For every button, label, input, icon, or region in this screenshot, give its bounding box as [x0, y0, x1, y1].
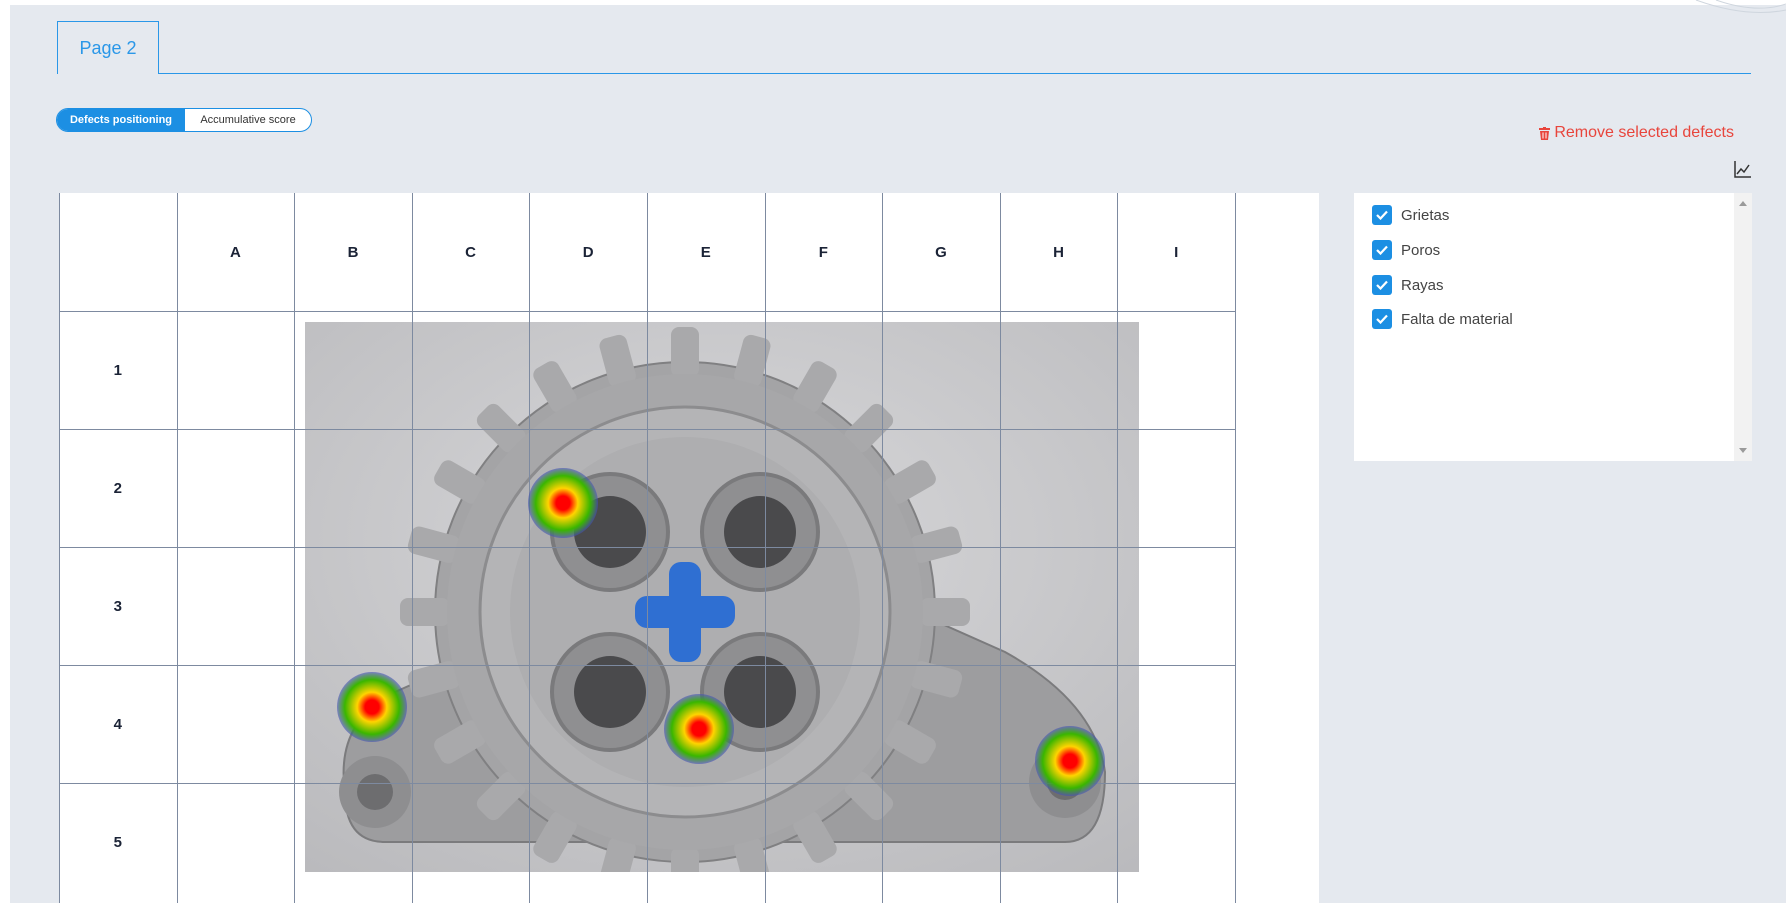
grid-line-vertical — [1235, 193, 1236, 903]
grid-line-horizontal — [59, 665, 1235, 666]
row-header: 3 — [113, 597, 122, 615]
filter-scrollbar[interactable] — [1734, 193, 1752, 461]
filter-rayas[interactable]: Rayas — [1372, 275, 1444, 295]
scroll-down-icon[interactable] — [1739, 448, 1747, 453]
column-header: I — [1174, 243, 1179, 261]
remove-selected-defects-label: Remove selected defects — [1554, 124, 1734, 141]
row-header: 4 — [113, 715, 122, 733]
checkbox-checked-icon[interactable] — [1372, 205, 1392, 225]
filter-label: Falta de material — [1401, 310, 1513, 328]
grid-line-horizontal — [59, 547, 1235, 548]
column-header: D — [582, 243, 594, 261]
filter-grietas[interactable]: Grietas — [1372, 205, 1449, 225]
trash-icon — [1539, 126, 1551, 140]
defect-marker-2[interactable] — [337, 672, 407, 742]
defect-marker-1[interactable] — [528, 468, 598, 538]
column-header: E — [700, 243, 711, 261]
grid-line-horizontal — [59, 311, 1235, 312]
filter-poros[interactable]: Poros — [1372, 240, 1440, 260]
grid-line-horizontal — [59, 429, 1235, 430]
column-header: C — [465, 243, 477, 261]
line-chart-icon[interactable] — [1734, 160, 1752, 178]
accumulative-score-toggle[interactable]: Accumulative score — [185, 109, 311, 131]
scroll-up-icon[interactable] — [1739, 201, 1747, 206]
checkbox-checked-icon[interactable] — [1372, 309, 1392, 329]
column-header: H — [1053, 243, 1065, 261]
column-header: G — [935, 243, 947, 261]
row-header: 1 — [113, 361, 122, 379]
view-toggle: Defects positioning Accumulative score — [56, 108, 312, 132]
tab-page-2[interactable]: Page 2 — [57, 21, 159, 74]
corner-decoration — [1695, 0, 1786, 13]
defect-marker-4[interactable] — [1035, 726, 1105, 796]
checkbox-checked-icon[interactable] — [1372, 275, 1392, 295]
defect-type-filter-panel: Grietas Poros Rayas Falta de material — [1354, 193, 1752, 461]
row-header: 5 — [113, 833, 122, 851]
defect-marker-3[interactable] — [664, 694, 734, 764]
row-header: 2 — [113, 479, 122, 497]
filter-label: Poros — [1401, 241, 1441, 259]
defects-positioning-toggle[interactable]: Defects positioning — [57, 109, 185, 131]
filter-label: Grietas — [1401, 206, 1450, 224]
filter-falta-de-material[interactable]: Falta de material — [1372, 309, 1513, 329]
column-header: F — [818, 243, 828, 261]
filter-label: Rayas — [1401, 276, 1444, 294]
product-photo — [305, 322, 1139, 872]
column-header: A — [229, 243, 241, 261]
checkbox-checked-icon[interactable] — [1372, 240, 1392, 260]
column-header: B — [347, 243, 359, 261]
tab-bar-underline — [57, 73, 1751, 74]
remove-selected-defects-button[interactable]: Remove selected defects — [1539, 124, 1734, 142]
